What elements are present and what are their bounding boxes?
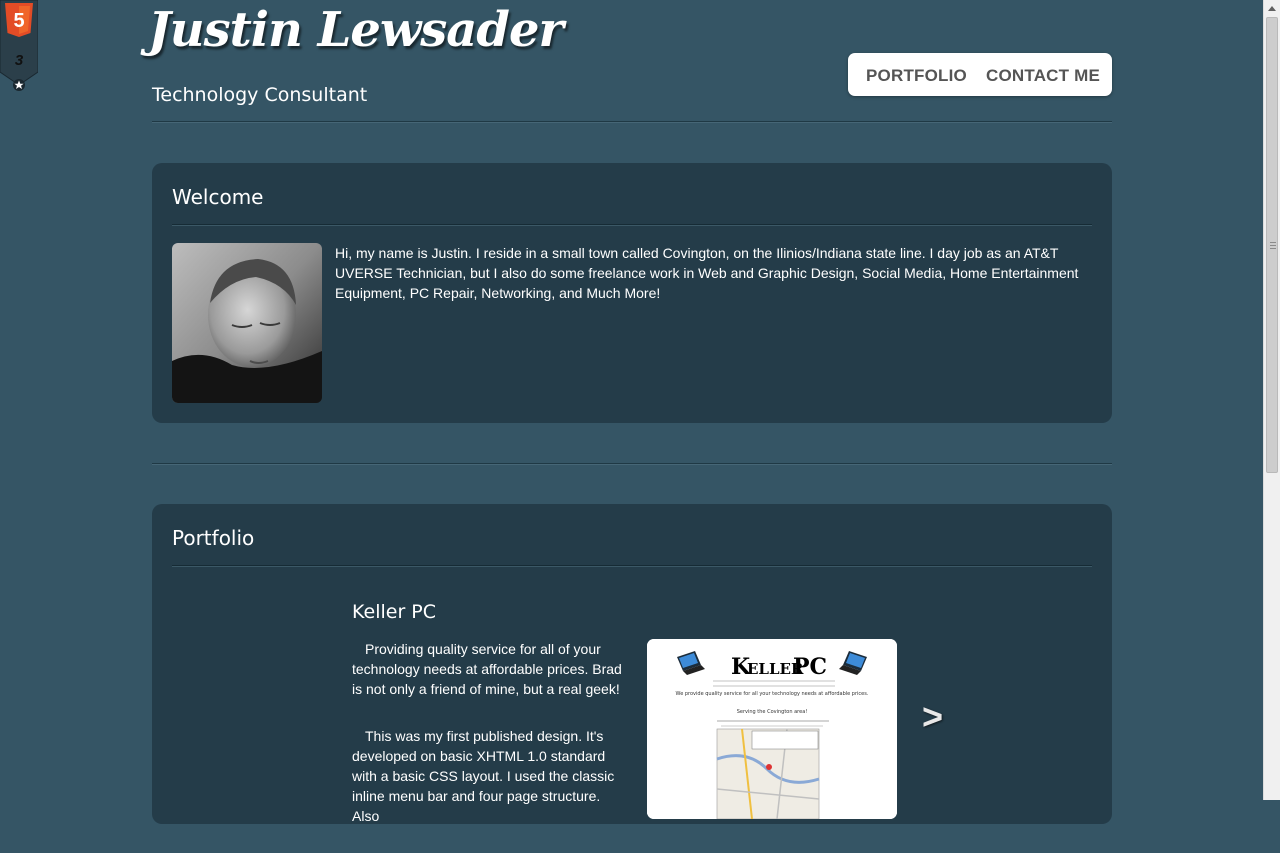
project-paragraph: Providing quality service for all of you… [352,641,622,697]
project-description: Providing quality service for all of you… [352,639,624,853]
welcome-panel: Welcome Hi, my name is Justin. I reside … [152,163,1112,423]
svg-text:PC: PC [793,654,827,680]
css3-icon: 3 [15,52,24,69]
welcome-divider [172,224,1092,226]
welcome-bio: Hi, my name is Justin. I reside in a sma… [335,245,1079,301]
portfolio-divider [172,565,1092,567]
svg-text:3: 3 [15,52,24,69]
portfolio-panel: Portfolio Keller PC Providing quality se… [152,504,1112,824]
main-nav: PORTFOLIO CONTACT ME [848,53,1112,96]
project-screenshot[interactable]: K ELLER PC We provide quality service fo… [647,639,897,819]
map-image [716,728,820,819]
nav-contact-link[interactable]: CONTACT ME [986,66,1100,86]
header-divider [152,121,1112,123]
nav-portfolio-link[interactable]: PORTFOLIO [866,66,967,86]
project-paragraph: This was my first published design. It's… [352,728,615,824]
scroll-up-arrow-icon[interactable] [1264,0,1280,17]
page-scrollbar[interactable] [1263,0,1280,800]
svg-text:Serving the Covington area!: Serving the Covington area! [737,709,808,715]
svg-text:We provide quality service for: We provide quality service for all your … [676,691,869,697]
site-tagline: Technology Consultant [152,84,368,106]
next-project-button[interactable]: > [922,696,943,738]
scrollbar-thumb[interactable] [1266,17,1278,473]
section-divider [152,463,1112,465]
svg-text:5: 5 [13,10,24,32]
html5-css3-badge[interactable]: 5 3 [0,0,39,92]
welcome-heading: Welcome [172,185,264,209]
portfolio-heading: Portfolio [172,526,255,550]
site-logo[interactable]: Justin Lewsader [148,2,564,58]
project-title: Keller PC [352,601,437,623]
profile-photo [172,243,322,403]
star-icon [13,79,25,91]
html5-icon: 5 [5,3,33,37]
